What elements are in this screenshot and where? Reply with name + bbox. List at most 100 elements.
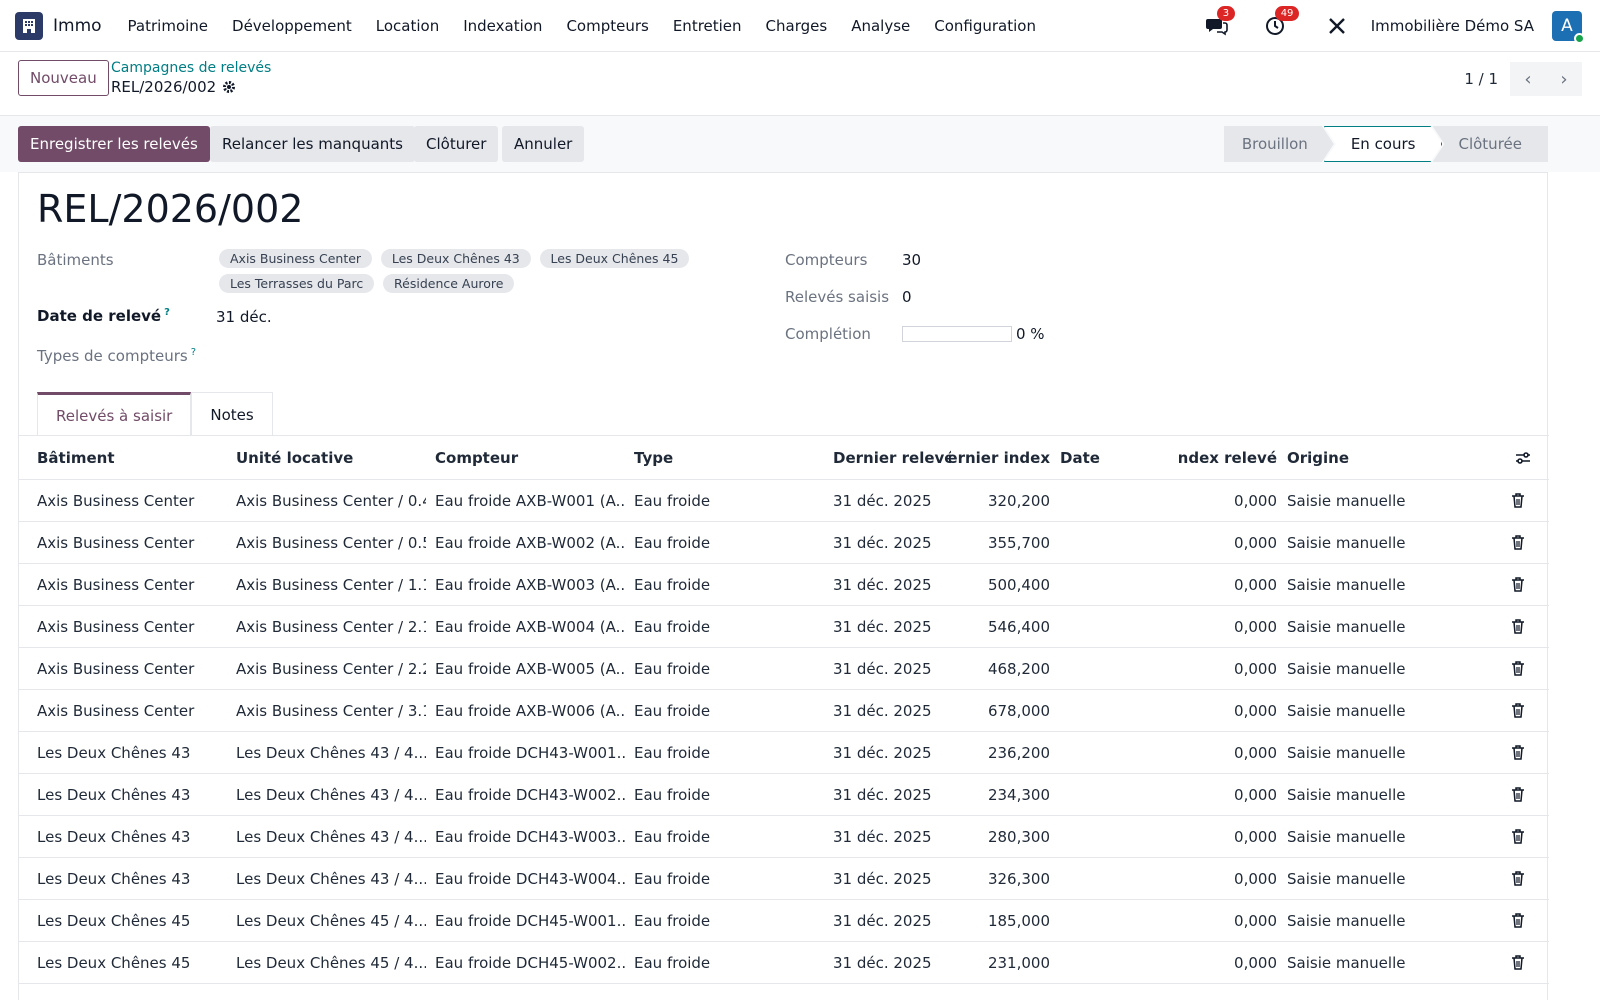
help-icon[interactable]: ? bbox=[164, 307, 170, 318]
menu-charges[interactable]: Charges bbox=[766, 17, 828, 35]
cell-reading-index[interactable]: 0,000 bbox=[1179, 942, 1277, 983]
table-row[interactable]: Les Deux Chênes 43 Les Deux Chênes 43 / 4… bbox=[19, 816, 1549, 858]
building-tag[interactable]: Axis Business Center bbox=[219, 249, 373, 268]
cell-date[interactable] bbox=[1060, 942, 1140, 983]
remind-missing-button[interactable]: Relancer les manquants bbox=[210, 126, 415, 162]
menu-indexation[interactable]: Indexation bbox=[463, 17, 542, 35]
column-date[interactable]: Date bbox=[1060, 436, 1140, 479]
pager-previous-button[interactable]: ‹ bbox=[1510, 62, 1546, 96]
trash-icon[interactable] bbox=[1511, 619, 1525, 634]
column-last-index[interactable]: Dernier index bbox=[949, 436, 1050, 479]
company-switcher[interactable]: Immobilière Démo SA bbox=[1371, 17, 1534, 35]
building-tag[interactable]: Les Terrasses du Parc bbox=[219, 274, 375, 293]
close-campaign-button[interactable]: Clôturer bbox=[414, 126, 499, 162]
cell-date[interactable] bbox=[1060, 774, 1140, 815]
app-name[interactable]: Immo bbox=[53, 16, 102, 36]
cell-date[interactable] bbox=[1060, 564, 1140, 605]
column-unit[interactable]: Unité locative bbox=[236, 436, 426, 479]
cell-reading-index[interactable]: 0,000 bbox=[1179, 900, 1277, 941]
stage-in-progress[interactable]: En cours bbox=[1324, 126, 1443, 162]
tools-button[interactable] bbox=[1325, 14, 1349, 38]
menu-entretien[interactable]: Entretien bbox=[673, 17, 742, 35]
messages-button[interactable]: 3 bbox=[1205, 6, 1236, 38]
new-button[interactable]: Nouveau bbox=[18, 60, 109, 96]
cancel-button[interactable]: Annuler bbox=[502, 126, 585, 162]
table-row[interactable]: Les Deux Chênes 43 Les Deux Chênes 43 / 4… bbox=[19, 858, 1549, 900]
trash-icon[interactable] bbox=[1511, 577, 1525, 592]
cell-reading-index[interactable]: 0,000 bbox=[1179, 858, 1277, 899]
messages-badge: 3 bbox=[1216, 6, 1236, 21]
cell-reading-index[interactable]: 0,000 bbox=[1179, 774, 1277, 815]
trash-icon[interactable] bbox=[1511, 829, 1525, 844]
user-avatar[interactable]: A bbox=[1552, 11, 1585, 44]
building-icon[interactable] bbox=[15, 11, 43, 40]
table-row[interactable]: Axis Business Center Axis Business Center… bbox=[19, 480, 1549, 522]
optional-columns-icon[interactable] bbox=[1515, 450, 1531, 466]
cell-reading-index[interactable]: 0,000 bbox=[1179, 522, 1277, 563]
reading-date-field[interactable]: 31 déc. bbox=[216, 308, 272, 326]
table-row[interactable]: Les Deux Chênes 45 Les Deux Chênes 45 / 4… bbox=[19, 942, 1549, 984]
cell-reading-index[interactable]: 0,000 bbox=[1179, 816, 1277, 857]
cell-date[interactable] bbox=[1060, 522, 1140, 563]
trash-icon[interactable] bbox=[1511, 493, 1525, 508]
stage-draft[interactable]: Brouillon bbox=[1224, 126, 1334, 162]
pager: 1 / 1 ‹ › bbox=[1464, 62, 1582, 96]
trash-icon[interactable] bbox=[1511, 661, 1525, 676]
table-row[interactable]: Axis Business Center Axis Business Center… bbox=[19, 648, 1549, 690]
table-row[interactable]: Axis Business Center Axis Business Center… bbox=[19, 606, 1549, 648]
menu-developpement[interactable]: Développement bbox=[232, 17, 352, 35]
building-tag[interactable]: Les Deux Chênes 45 bbox=[539, 249, 690, 268]
table-row[interactable]: Les Deux Chênes 43 Les Deux Chênes 43 / 4… bbox=[19, 774, 1549, 816]
cell-date[interactable] bbox=[1060, 606, 1140, 647]
cell-date[interactable] bbox=[1060, 480, 1140, 521]
cell-reading-index[interactable]: 0,000 bbox=[1179, 564, 1277, 605]
cell-reading-index[interactable]: 0,000 bbox=[1179, 648, 1277, 689]
menu-location[interactable]: Location bbox=[376, 17, 439, 35]
column-type[interactable]: Type bbox=[634, 436, 824, 479]
trash-icon[interactable] bbox=[1511, 913, 1525, 928]
cell-reading-index[interactable]: 0,000 bbox=[1179, 480, 1277, 521]
breadcrumb-parent[interactable]: Campagnes de relevés bbox=[111, 60, 271, 76]
building-tag[interactable]: Les Deux Chênes 43 bbox=[380, 249, 531, 268]
building-tag[interactable]: Résidence Aurore bbox=[383, 274, 515, 293]
menu-configuration[interactable]: Configuration bbox=[934, 17, 1036, 35]
table-row[interactable]: Les Deux Chênes 43 Les Deux Chênes 43 / 4… bbox=[19, 732, 1549, 774]
column-reading-index[interactable]: Index relevé bbox=[1179, 436, 1277, 479]
trash-icon[interactable] bbox=[1511, 787, 1525, 802]
table-row[interactable]: Axis Business Center Axis Business Center… bbox=[19, 522, 1549, 564]
trash-icon[interactable] bbox=[1511, 745, 1525, 760]
column-building[interactable]: Bâtiment bbox=[37, 436, 227, 479]
pager-next-button[interactable]: › bbox=[1546, 62, 1582, 96]
menu-compteurs[interactable]: Compteurs bbox=[566, 17, 648, 35]
table-row[interactable]: Les Deux Chênes 45 Les Deux Chênes 45 / 4… bbox=[19, 900, 1549, 942]
buildings-tags[interactable]: Axis Business Center Les Deux Chênes 43 … bbox=[219, 249, 709, 299]
tab-notes[interactable]: Notes bbox=[191, 392, 273, 436]
column-origin[interactable]: Origine bbox=[1287, 436, 1447, 479]
cell-date[interactable] bbox=[1060, 858, 1140, 899]
cell-reading-index[interactable]: 0,000 bbox=[1179, 690, 1277, 731]
cell-date[interactable] bbox=[1060, 648, 1140, 689]
activities-button[interactable]: 49 bbox=[1263, 6, 1300, 38]
cell-date[interactable] bbox=[1060, 816, 1140, 857]
stage-closed[interactable]: Clôturée bbox=[1432, 126, 1548, 162]
tab-readings[interactable]: Relevés à saisir bbox=[37, 392, 192, 436]
table-row[interactable]: Axis Business Center Axis Business Center… bbox=[19, 564, 1549, 606]
gear-icon[interactable] bbox=[222, 80, 236, 94]
cell-date[interactable] bbox=[1060, 732, 1140, 773]
cell-date[interactable] bbox=[1060, 900, 1140, 941]
menu-analyse[interactable]: Analyse bbox=[851, 17, 910, 35]
trash-icon[interactable] bbox=[1511, 871, 1525, 886]
trash-icon[interactable] bbox=[1511, 703, 1525, 718]
save-readings-button[interactable]: Enregistrer les relevés bbox=[18, 126, 210, 162]
table-row[interactable]: Axis Business Center Axis Business Center… bbox=[19, 690, 1549, 732]
cell-date[interactable] bbox=[1060, 690, 1140, 731]
menu-patrimoine[interactable]: Patrimoine bbox=[128, 17, 208, 35]
trash-icon[interactable] bbox=[1511, 535, 1525, 550]
cell-reading-index[interactable]: 0,000 bbox=[1179, 732, 1277, 773]
cell-reading-index[interactable]: 0,000 bbox=[1179, 606, 1277, 647]
column-meter[interactable]: Compteur bbox=[435, 436, 625, 479]
pager-value[interactable]: 1 / 1 bbox=[1464, 70, 1498, 88]
column-last-reading[interactable]: Dernier relevé bbox=[833, 436, 951, 479]
trash-icon[interactable] bbox=[1511, 955, 1525, 970]
help-icon[interactable]: ? bbox=[191, 347, 196, 358]
